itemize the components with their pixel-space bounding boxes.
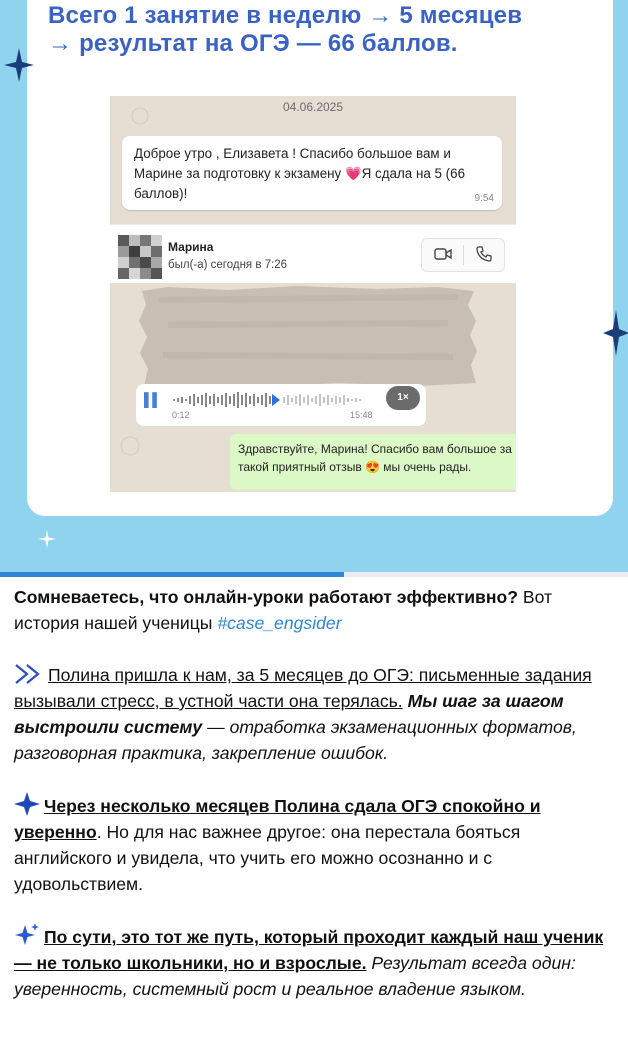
media-progress-fill xyxy=(0,572,345,577)
chat-header: Марина был(-а) сегодня в 7:26 xyxy=(110,224,516,283)
post-paragraph-2: Через несколько месяцев Полина сдала ОГЭ… xyxy=(14,792,614,897)
reply-message-text: Здравствуйте, Марина! Спасибо вам большо… xyxy=(238,442,512,474)
audio-waveform[interactable] xyxy=(172,390,382,410)
chat-screenshot: 04.06.2025 Доброе утро , Елизавета ! Спа… xyxy=(110,96,516,492)
star-icon xyxy=(14,792,40,816)
banner-headline-line2: → результат на ОГЭ — 66 баллов. xyxy=(48,30,458,57)
incoming-message-text: Доброе утро , Елизавета ! Спасибо большо… xyxy=(134,146,466,201)
sparkle-icon xyxy=(603,310,628,356)
contact-status: был(-а) сегодня в 7:26 xyxy=(168,259,288,271)
voice-message[interactable]: ▌▌ 0:12 15:48 xyxy=(136,384,426,426)
post-paragraph-3: По сути, это тот же путь, который проход… xyxy=(14,923,614,1002)
reply-message: Здравствуйте, Марина! Спасибо вам большо… xyxy=(230,434,516,490)
incoming-message-time: 9:54 xyxy=(474,193,494,204)
post-paragraph-1: Полина пришла к нам, за 5 месяцев до ОГЭ… xyxy=(14,662,614,766)
call-buttons xyxy=(421,238,505,272)
banner-headline-line1: Всего 1 занятие в неделю → 5 месяцев xyxy=(48,2,523,29)
voice-elapsed: 0:12 xyxy=(172,410,190,420)
image-banner: Всего 1 занятие в неделю → 5 месяцев → р… xyxy=(0,0,628,572)
playback-speed-button[interactable]: 1× xyxy=(386,386,420,410)
post-intro: Сомневаетесь, что онлайн-уроки работают … xyxy=(14,584,614,636)
redaction-tape xyxy=(139,286,477,387)
media-progress-bar[interactable] xyxy=(0,572,628,577)
video-call-icon[interactable] xyxy=(434,247,452,261)
chat-date: 04.06.2025 xyxy=(282,100,344,114)
phone-call-icon[interactable] xyxy=(476,246,492,262)
incoming-message: Доброе утро , Елизавета ! Спасибо большо… xyxy=(122,136,502,210)
sparkle-icon xyxy=(4,48,34,82)
banner-headline: Всего 1 занятие в неделю → 5 месяцев → р… xyxy=(48,2,608,58)
voice-duration: 15:48 xyxy=(350,410,373,420)
contact-name: Марина xyxy=(168,240,214,254)
hashtag-link[interactable]: #case_engsider xyxy=(217,613,341,633)
double-chevron-icon xyxy=(15,664,40,684)
sparkle-icon xyxy=(38,530,56,548)
post-text: Сомневаетесь, что онлайн-уроки работают … xyxy=(14,584,614,1028)
pause-icon[interactable]: ▌▌ xyxy=(144,392,161,407)
sparkles-icon xyxy=(15,923,39,945)
avatar xyxy=(118,235,162,279)
post-intro-question: Сомневаетесь, что онлайн-уроки работают … xyxy=(14,587,518,607)
